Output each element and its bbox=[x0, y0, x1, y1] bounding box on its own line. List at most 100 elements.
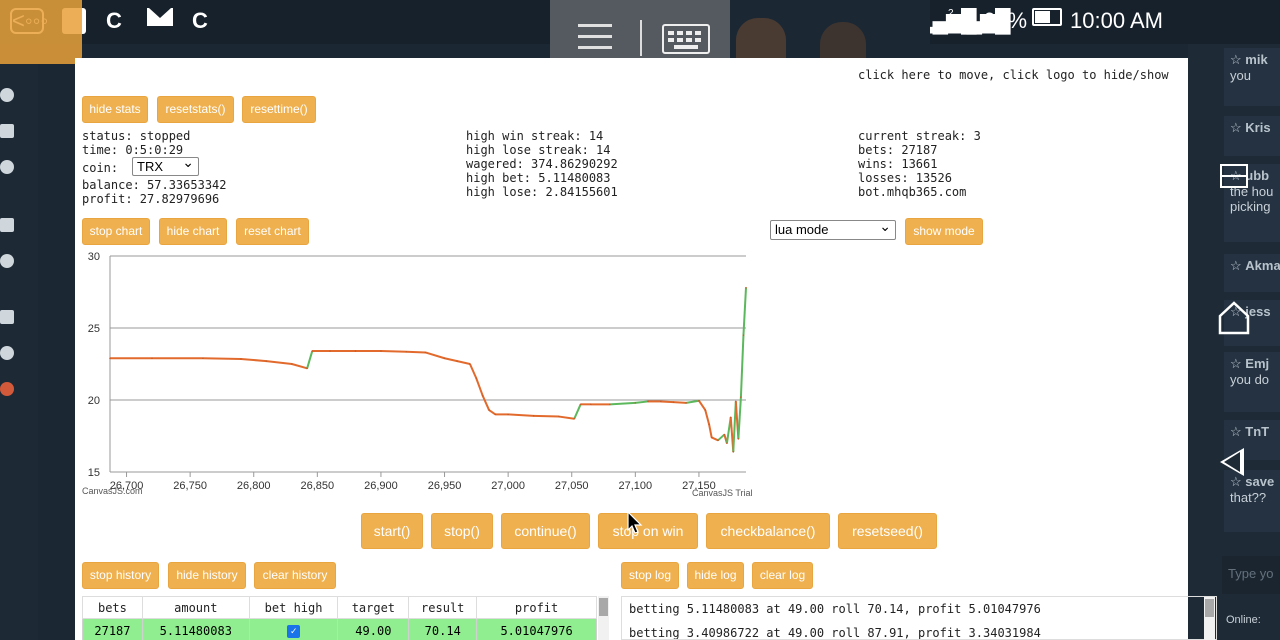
profit-text: profit: 27.82979696 bbox=[82, 192, 220, 206]
chart-point bbox=[532, 415, 535, 417]
chat-username[interactable]: ☆ Akmal bbox=[1230, 258, 1280, 274]
site-link[interactable]: bot.mhqb365.com bbox=[858, 185, 966, 199]
start-button[interactable]: start() bbox=[361, 513, 423, 549]
chart-line-segment bbox=[380, 350, 407, 353]
chart-point bbox=[609, 403, 611, 406]
chat-input[interactable]: Type yo bbox=[1222, 556, 1280, 594]
mode-select[interactable]: lua mode bbox=[770, 217, 896, 240]
sidebar-icon-1[interactable] bbox=[0, 88, 14, 102]
coin-select[interactable]: TRX bbox=[132, 154, 199, 176]
hide-history-button[interactable]: hide history bbox=[168, 562, 246, 589]
chat-username[interactable]: ☆ save bbox=[1230, 474, 1274, 490]
col-bet-high: bet high bbox=[248, 596, 339, 619]
sidebar-icon-3[interactable] bbox=[0, 160, 14, 174]
hide-stats-button[interactable]: hide stats bbox=[82, 96, 148, 123]
chart-x-tick-label: 26,750 bbox=[173, 480, 207, 492]
log-line: betting 3.40986722 at 49.00 roll 87.91, … bbox=[629, 626, 1041, 640]
chart-line-segment bbox=[306, 350, 314, 369]
chart-point bbox=[306, 367, 308, 370]
chart-line-segment bbox=[425, 351, 445, 360]
table-row: 27187 5.11480083 ✓ 49.00 70.14 5.0104797… bbox=[82, 618, 597, 640]
col-profit: profit bbox=[476, 596, 597, 619]
cell-bet-high: ✓ bbox=[248, 618, 339, 640]
reset-time-button[interactable]: resettime() bbox=[242, 96, 316, 123]
stop-chart-button[interactable]: stop chart bbox=[82, 218, 150, 245]
chart-line-segment bbox=[609, 401, 636, 406]
chart-line-segment bbox=[533, 414, 560, 418]
app-logo-corner[interactable] bbox=[0, 0, 82, 64]
chart-point bbox=[590, 403, 592, 406]
chat-username[interactable]: ☆ Kris bbox=[1230, 120, 1274, 136]
hide-log-button[interactable]: hide log bbox=[687, 562, 744, 589]
continue-button[interactable]: continue() bbox=[501, 513, 590, 549]
log-line: betting 5.11480083 at 49.00 roll 70.14, … bbox=[629, 602, 1041, 616]
keyboard-icon[interactable] bbox=[662, 24, 710, 54]
chart-line-segment bbox=[406, 350, 426, 354]
headset-icon[interactable] bbox=[0, 346, 14, 360]
chat-message: ☆ Akmal bbox=[1224, 254, 1280, 292]
flag-icon[interactable] bbox=[0, 382, 14, 396]
reset-chart-button[interactable]: reset chart bbox=[236, 218, 309, 245]
clear-history-button[interactable]: clear history bbox=[254, 562, 336, 589]
check-balance-button[interactable]: checkbalance() bbox=[706, 513, 830, 549]
chat-message: ☆ save that?? bbox=[1224, 470, 1280, 532]
panel-move-hint[interactable]: click here to move, click logo to hide/s… bbox=[858, 68, 1169, 82]
reset-seed-button[interactable]: resetseed() bbox=[838, 513, 937, 549]
chart-x-tick-label: 26,900 bbox=[364, 480, 398, 492]
chart-x-tick-label: 27,050 bbox=[555, 480, 589, 492]
stop-history-button[interactable]: stop history bbox=[82, 562, 159, 589]
chart-line-segment bbox=[739, 335, 745, 398]
chart-point bbox=[717, 439, 719, 442]
chart-x-tick-label: 27,100 bbox=[619, 480, 653, 492]
chart-point bbox=[354, 350, 357, 352]
chart-line-segment bbox=[508, 413, 534, 417]
chart-point bbox=[634, 402, 637, 404]
chart-x-tick-label: 26,800 bbox=[237, 480, 271, 492]
high-lose-text: high lose: 2.84155601 bbox=[466, 185, 618, 199]
high-win-streak: high win streak: 14 bbox=[466, 129, 604, 143]
tool-icon[interactable] bbox=[0, 218, 14, 232]
col-result: result bbox=[408, 596, 478, 619]
battery-fill bbox=[1035, 11, 1050, 23]
menu-icon[interactable] bbox=[578, 24, 612, 50]
chart-line-segment bbox=[635, 400, 649, 404]
stop-on-win-button[interactable]: stop on win bbox=[598, 513, 698, 549]
reset-stats-button[interactable]: resetstats() bbox=[157, 96, 234, 123]
chart-line-segment bbox=[266, 360, 293, 365]
chat-text: that?? bbox=[1230, 490, 1267, 505]
chart-line-segment bbox=[673, 401, 687, 404]
back-icon[interactable] bbox=[1220, 448, 1244, 476]
battery-percent: 62% bbox=[983, 8, 1028, 33]
recent-apps-icon[interactable] bbox=[1220, 164, 1248, 188]
wins-count: wins: 13661 bbox=[858, 157, 938, 171]
chart-point bbox=[202, 357, 204, 360]
hide-chart-button[interactable]: hide chart bbox=[159, 218, 227, 245]
stop-log-button[interactable]: stop log bbox=[621, 562, 679, 589]
chart-point bbox=[579, 403, 582, 406]
chart-line-segment bbox=[708, 424, 713, 438]
chat-username[interactable]: ☆ mik bbox=[1230, 52, 1274, 68]
wagered-text: wagered: 374.86290292 bbox=[466, 157, 618, 171]
calendar-icon-2[interactable] bbox=[0, 310, 14, 324]
chat-username[interactable]: ☆ Emj bbox=[1230, 356, 1274, 372]
sidebar-icon-5[interactable] bbox=[0, 254, 14, 268]
chart-point bbox=[742, 334, 745, 336]
chart-point bbox=[708, 423, 710, 426]
clear-log-button[interactable]: clear log bbox=[752, 562, 813, 589]
chart-point bbox=[710, 436, 713, 439]
bets-count: bets: 27187 bbox=[858, 143, 938, 157]
background-person-2 bbox=[820, 22, 866, 58]
history-scrollbar[interactable] bbox=[598, 596, 609, 640]
gift-icon[interactable] bbox=[0, 124, 14, 138]
cell-profit: 5.01047976 bbox=[476, 618, 597, 640]
chart-point bbox=[723, 433, 726, 436]
log-scrollbar[interactable] bbox=[1204, 597, 1215, 640]
stop-button[interactable]: stop() bbox=[431, 513, 493, 549]
home-icon[interactable] bbox=[1218, 300, 1250, 336]
chart-point bbox=[329, 350, 331, 352]
show-mode-button[interactable]: show mode bbox=[905, 218, 983, 245]
cell-bets: 27187 bbox=[82, 618, 143, 640]
sim2-label: 2 bbox=[948, 8, 953, 19]
chart-line-segment bbox=[660, 400, 674, 404]
chat-username[interactable]: ☆ TnT bbox=[1230, 424, 1274, 440]
